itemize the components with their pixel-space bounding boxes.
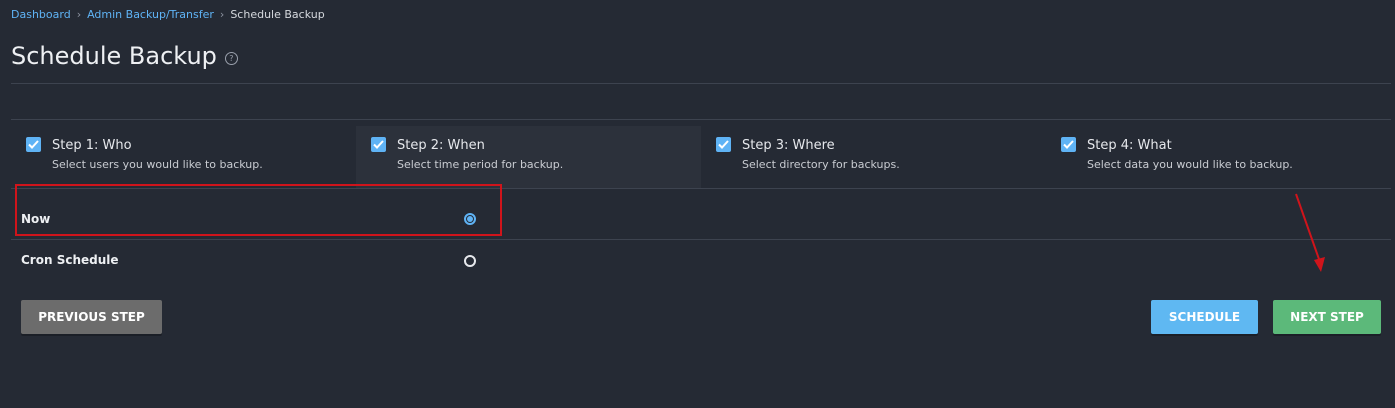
steps-top-divider [11,119,1391,120]
checkbox-checked-icon [371,137,386,152]
chevron-right-icon: › [76,8,82,21]
option-cron-label: Cron Schedule [21,253,119,267]
option-cron-schedule: Cron Schedule [11,240,1381,280]
checkbox-checked-icon [26,137,41,152]
checkbox-checked-icon [716,137,731,152]
step-description: Select data you would like to backup. [1087,158,1293,171]
schedule-button[interactable]: SCHEDULE [1151,300,1258,334]
step-description: Select time period for backup. [397,158,564,171]
help-icon[interactable]: ? [224,51,238,65]
title-divider [11,83,1391,84]
chevron-right-icon: › [219,8,225,21]
previous-step-button[interactable]: PREVIOUS STEP [21,300,162,334]
step-title: Step 3: Where [742,138,835,153]
step-description: Select directory for backups. [742,158,900,171]
breadcrumb-dashboard[interactable]: Dashboard [11,8,71,21]
step-when[interactable]: Step 2: When Select time period for back… [356,126,701,188]
step-where[interactable]: Step 3: Where Select directory for backu… [701,126,1046,188]
step-title: Step 1: Who [52,138,132,153]
breadcrumb: Dashboard › Admin Backup/Transfer › Sche… [11,8,325,21]
page-title: Schedule Backup [11,42,217,70]
radio-cron-schedule[interactable] [464,255,476,267]
step-title: Step 2: When [397,138,485,153]
step-description: Select users you would like to backup. [52,158,263,171]
step-title: Step 4: What [1087,138,1172,153]
breadcrumb-admin-backup-transfer[interactable]: Admin Backup/Transfer [87,8,214,21]
step-what[interactable]: Step 4: What Select data you would like … [1046,126,1391,188]
breadcrumb-current: Schedule Backup [230,8,325,21]
annotation-highlight-box [15,184,502,236]
annotation-arrow-icon [1295,193,1325,272]
checkbox-checked-icon [1061,137,1076,152]
page-title-container: Schedule Backup ? [11,42,238,70]
step-who[interactable]: Step 1: Who Select users you would like … [11,126,356,188]
next-step-button[interactable]: NEXT STEP [1273,300,1381,334]
wizard-steps: Step 1: Who Select users you would like … [11,126,1391,188]
